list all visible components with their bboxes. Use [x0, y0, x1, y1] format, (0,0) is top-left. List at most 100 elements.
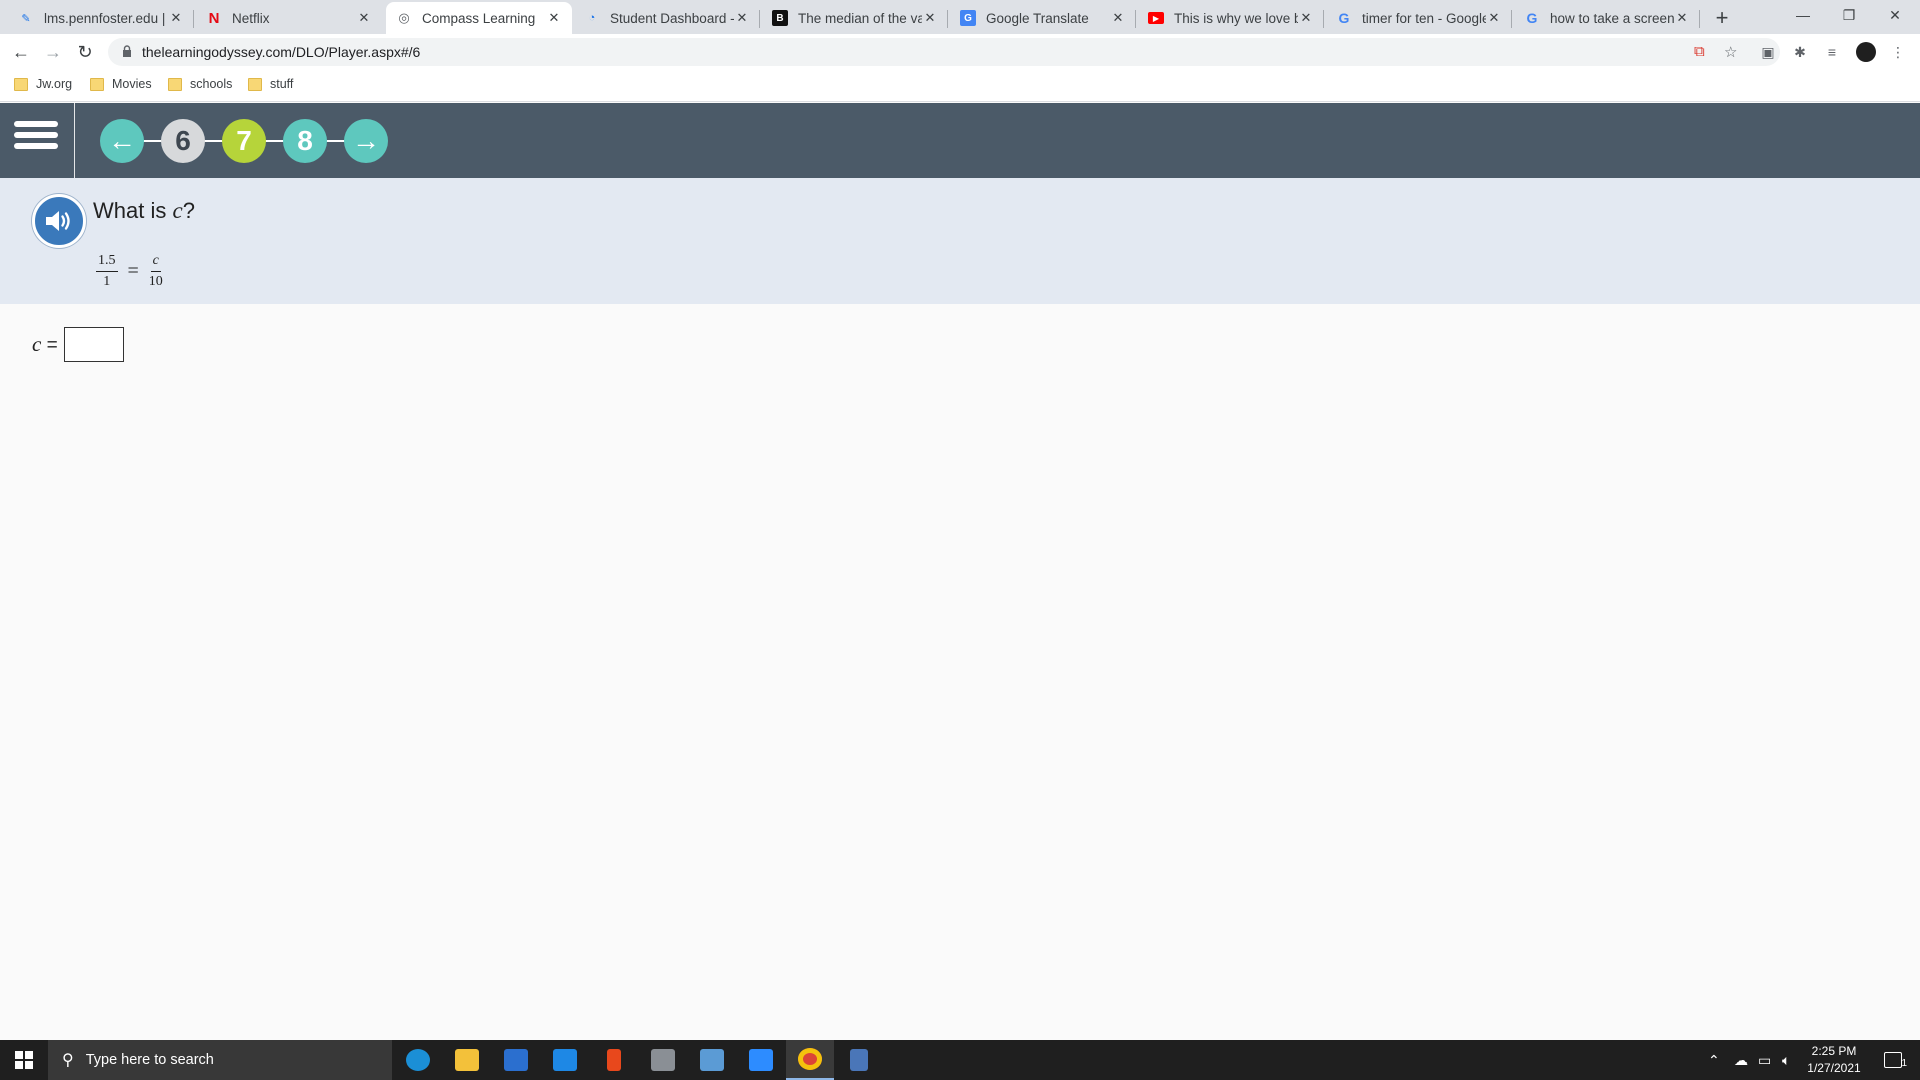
tab-title: timer for ten - Google	[1362, 10, 1486, 26]
close-icon[interactable]: ✕	[1674, 10, 1690, 26]
tab-title: Netflix	[232, 10, 270, 26]
left-denominator: 1	[103, 274, 111, 289]
close-icon[interactable]: ✕	[1298, 10, 1314, 26]
url-text: thelearningodyssey.com/DLO/Player.aspx#/…	[142, 44, 421, 60]
answer-input[interactable]	[63, 327, 124, 362]
folder-icon	[168, 77, 182, 91]
clock-time: 2:25 PM	[1811, 1044, 1857, 1058]
edit-icon: ✎	[21, 12, 31, 25]
arrow-left-icon: ←	[108, 125, 136, 156]
puzzle-extensions-icon[interactable]: ✱	[1790, 42, 1810, 62]
minimize-button[interactable]: —	[1780, 0, 1826, 30]
bookmark-label: stuff	[270, 77, 294, 91]
step-6[interactable]: 6	[161, 119, 205, 163]
reload-button[interactable]: ↻	[71, 38, 99, 66]
store-app-icon[interactable]	[492, 1040, 540, 1080]
close-icon[interactable]: ✕	[1110, 10, 1126, 26]
step-7-current[interactable]: 7	[222, 119, 266, 163]
taskbar-search-box[interactable]: ⚲ Type here to search	[48, 1040, 392, 1080]
notification-count: 1	[1901, 1058, 1907, 1069]
youtube-icon: ▶	[1148, 12, 1164, 24]
question-prefix: What is	[93, 198, 173, 223]
chrome-app-icon[interactable]	[786, 1040, 834, 1080]
hamburger-menu-icon[interactable]	[14, 121, 58, 161]
chevron-up-icon: ⌃	[1708, 1051, 1720, 1068]
window-close-button[interactable]: ✕	[1872, 0, 1918, 30]
new-tab-button[interactable]: +	[1708, 4, 1736, 32]
start-button[interactable]	[0, 1040, 48, 1080]
google-icon: G	[1526, 10, 1538, 26]
bookmark-folder-movies[interactable]: Movies	[90, 77, 152, 91]
search-icon: ⚲	[62, 1052, 74, 1069]
blocked-popup-icon[interactable]: ⧉	[1694, 43, 1705, 60]
equals-sign: =	[127, 260, 139, 282]
tab-brainly[interactable]: B The median of the valu ✕	[762, 2, 948, 34]
camera-app-icon[interactable]	[639, 1040, 687, 1080]
mail-app-icon[interactable]	[541, 1040, 589, 1080]
tab-netflix[interactable]: N Netflix ✕	[196, 2, 382, 34]
tab-timer[interactable]: G timer for ten - Google ✕	[1326, 2, 1512, 34]
show-hidden-icons-button[interactable]: ⌃	[1708, 1040, 1720, 1080]
tab-title: Student Dashboard - Tr	[610, 10, 734, 26]
question-stepper: ← 6 7 8 →	[100, 119, 400, 163]
step-8[interactable]: 8	[283, 119, 327, 163]
tab-student-dashboard[interactable]: ◔ Student Dashboard - Tr ✕	[574, 2, 760, 34]
more-menu-icon[interactable]: ⋮	[1888, 42, 1908, 62]
speaker-icon	[46, 211, 70, 231]
previous-question-button[interactable]: ←	[100, 119, 144, 163]
tab-google-translate[interactable]: G Google Translate ✕	[950, 2, 1136, 34]
bookmark-page-icon	[14, 77, 28, 91]
onedrive-icon[interactable]: ☁	[1734, 1040, 1748, 1080]
action-center-button[interactable]: 1	[1884, 1040, 1907, 1080]
tab-title: Compass Learning	[422, 10, 536, 26]
browser-tab-strip: ✎ lms.pennfoster.edu | H ✕ N Netflix ✕ ◎…	[0, 0, 1920, 34]
next-question-button[interactable]: →	[344, 119, 388, 163]
brainly-icon: B	[772, 10, 788, 26]
photos-app-icon[interactable]	[688, 1040, 736, 1080]
network-icon[interactable]: ▭	[1758, 1040, 1771, 1080]
calculator-app-icon[interactable]	[835, 1040, 883, 1080]
read-aloud-button[interactable]	[32, 194, 86, 248]
tab-screenshot[interactable]: G how to take a screensh ✕	[1514, 2, 1700, 34]
close-icon[interactable]: ✕	[1486, 10, 1502, 26]
address-bar[interactable]: thelearningodyssey.com/DLO/Player.aspx#/…	[108, 38, 1780, 66]
restore-button[interactable]: ❐	[1826, 0, 1872, 30]
edge-app-icon[interactable]	[394, 1040, 442, 1080]
netflix-icon: N	[208, 9, 220, 27]
zoom-app-icon[interactable]	[737, 1040, 785, 1080]
question-suffix: ?	[182, 198, 195, 223]
bookmark-folder-stuff[interactable]: stuff	[248, 77, 293, 91]
close-icon[interactable]: ✕	[356, 10, 372, 26]
bookmark-star-icon[interactable]: ☆	[1724, 43, 1737, 61]
clock-date: 1/27/2021	[1807, 1061, 1861, 1075]
extension-icon[interactable]: ▣	[1758, 42, 1778, 62]
tab-title: The median of the valu	[798, 10, 922, 26]
translate-icon: G	[960, 10, 976, 26]
search-placeholder: Type here to search	[85, 1052, 214, 1068]
bookmark-jworg[interactable]: Jw.org	[14, 77, 72, 91]
forward-button[interactable]: →	[39, 38, 67, 66]
bookmark-label: Jw.org	[36, 77, 73, 91]
close-icon[interactable]: ✕	[734, 10, 750, 26]
tab-title: This is why we love bik	[1174, 10, 1298, 26]
answer-label: c =	[32, 332, 58, 356]
right-denominator: 10	[148, 274, 163, 289]
tab-compass-learning[interactable]: ◎ Compass Learning ✕	[386, 2, 572, 34]
tab-pennfoster[interactable]: ✎ lms.pennfoster.edu | H ✕	[8, 2, 194, 34]
dashboard-icon: ◔	[588, 12, 596, 24]
close-icon[interactable]: ✕	[922, 10, 938, 26]
file-explorer-icon[interactable]	[443, 1040, 491, 1080]
system-clock[interactable]: 2:25 PM 1/27/2021	[1784, 1043, 1884, 1077]
close-icon[interactable]: ✕	[546, 10, 562, 26]
right-fraction: c 10	[149, 253, 163, 290]
google-icon: G	[1338, 10, 1350, 26]
back-button[interactable]: ←	[7, 38, 35, 66]
bookmark-folder-schools[interactable]: schools	[168, 77, 232, 91]
office-app-icon[interactable]	[590, 1040, 638, 1080]
close-icon[interactable]: ✕	[168, 10, 184, 26]
profile-avatar[interactable]	[1856, 42, 1876, 62]
globe-icon: ◎	[398, 10, 410, 25]
left-numerator: 1.5	[96, 253, 118, 272]
tab-youtube[interactable]: ▶ This is why we love bik ✕	[1138, 2, 1324, 34]
media-queue-icon[interactable]: ≡	[1822, 42, 1842, 62]
